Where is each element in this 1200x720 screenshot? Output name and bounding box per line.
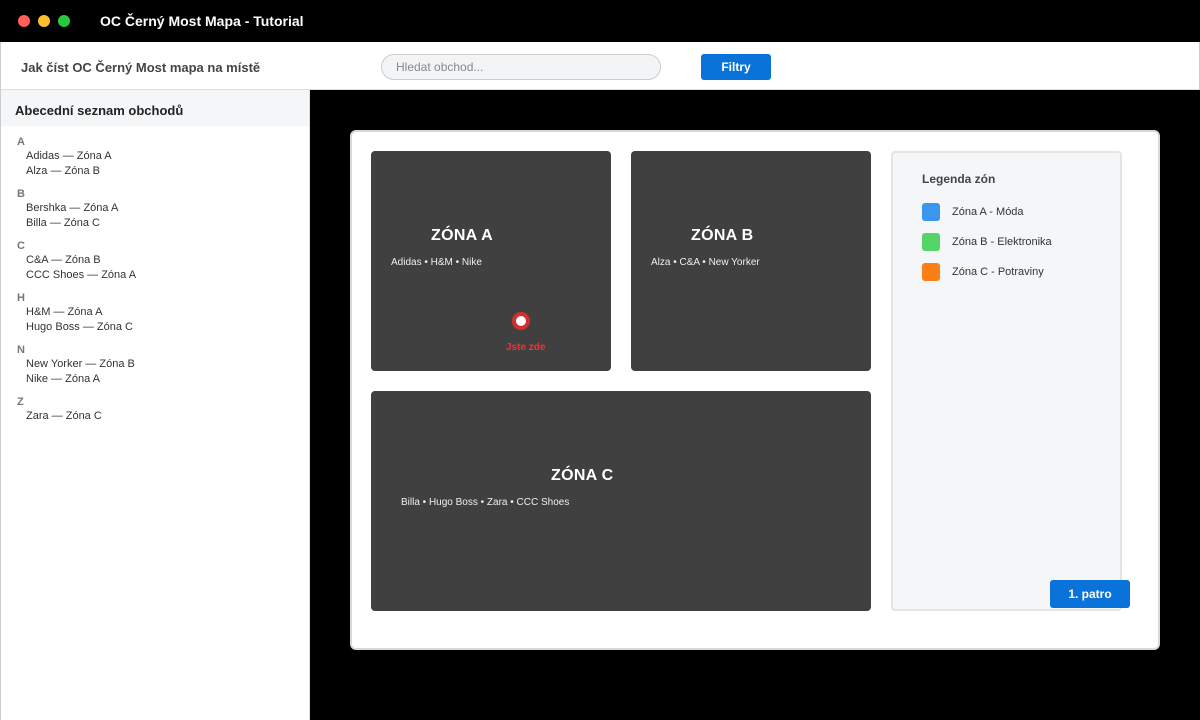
color-swatch [922, 203, 940, 221]
list-item[interactable]: Nike — Zóna A [17, 372, 309, 387]
zone-title: ZÓNA B [691, 227, 754, 244]
letter-heading-h: H [17, 292, 25, 304]
list-item[interactable]: New Yorker — Zóna B [17, 357, 309, 372]
zone-legend: Legenda zón Zóna A - Móda Zóna B - Elekt… [891, 151, 1122, 611]
minimize-window-button[interactable] [38, 15, 50, 27]
zone-stores: Alza • C&A • New Yorker [651, 257, 760, 268]
letter-heading-a: A [17, 136, 25, 148]
title-bar: OC Černý Most Mapa - Tutorial [0, 0, 1200, 42]
location-pin-icon [512, 312, 530, 330]
close-window-button[interactable] [18, 15, 30, 27]
list-item[interactable]: Hugo Boss — Zóna C [17, 320, 309, 335]
page-title: Jak číst OC Černý Most mapa na místě [21, 60, 261, 75]
mall-map: ZÓNA A Adidas • H&M • Nike Jste zde ZÓNA… [350, 130, 1160, 650]
color-swatch [922, 233, 940, 251]
zone-c[interactable]: ZÓNA C Billa • Hugo Boss • Zara • CCC Sh… [371, 391, 871, 611]
zone-title: ZÓNA A [431, 227, 493, 244]
zone-title: ZÓNA C [551, 467, 614, 484]
list-item[interactable]: Bershka — Zóna A [17, 201, 309, 216]
list-item[interactable]: Billa — Zóna C [17, 216, 309, 231]
zone-stores: Adidas • H&M • Nike [391, 257, 482, 268]
you-are-here-label: Jste zde [506, 342, 546, 353]
list-item[interactable]: H&M — Zóna A [17, 305, 309, 320]
window-title: OC Černý Most Mapa - Tutorial [100, 13, 304, 29]
sidebar: Abecední seznam obchodů A Adidas — Zóna … [0, 90, 310, 720]
letter-heading-z: Z [17, 396, 24, 408]
legend-title: Legenda zón [922, 172, 996, 186]
store-list: A Adidas — Zóna A Alza — Zóna B B Bershk… [1, 126, 309, 424]
list-item[interactable]: Alza — Zóna B [17, 164, 309, 179]
color-swatch [922, 263, 940, 281]
list-item[interactable]: CCC Shoes — Zóna A [17, 268, 309, 283]
zone-b[interactable]: ZÓNA B Alza • C&A • New Yorker [631, 151, 871, 371]
list-item[interactable]: C&A — Zóna B [17, 253, 309, 268]
letter-heading-b: B [17, 188, 25, 200]
letter-heading-n: N [17, 344, 25, 356]
letter-heading-c: C [17, 240, 25, 252]
maximize-window-button[interactable] [58, 15, 70, 27]
sidebar-header: Abecední seznam obchodů [1, 90, 309, 126]
legend-label: Zóna A - Móda [952, 206, 1024, 218]
toolbar: Jak číst OC Černý Most mapa na místě Fil… [0, 42, 1200, 90]
search-input[interactable] [381, 54, 661, 80]
list-item[interactable]: Zara — Zóna C [17, 409, 309, 424]
list-item[interactable]: Adidas — Zóna A [17, 149, 309, 164]
zone-a[interactable]: ZÓNA A Adidas • H&M • Nike Jste zde [371, 151, 611, 371]
zone-stores: Billa • Hugo Boss • Zara • CCC Shoes [401, 497, 570, 508]
legend-label: Zóna C - Potraviny [952, 266, 1044, 278]
floor-selector-button[interactable]: 1. patro [1050, 580, 1130, 608]
filter-button[interactable]: Filtry [701, 54, 771, 80]
legend-label: Zóna B - Elektronika [952, 236, 1052, 248]
